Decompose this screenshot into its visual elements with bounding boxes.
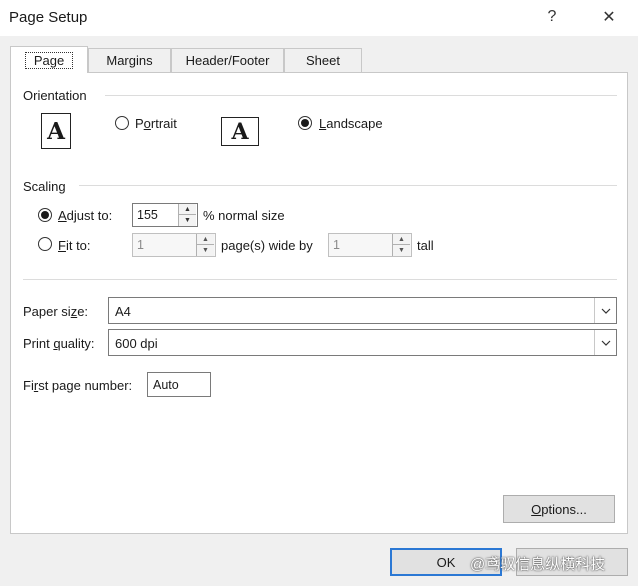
adjust-to-label[interactable]: Adjust to: bbox=[58, 208, 112, 223]
tab-sheet[interactable]: Sheet bbox=[284, 48, 362, 72]
portrait-label[interactable]: Portrait bbox=[135, 116, 177, 131]
scaling-section-label: Scaling bbox=[23, 179, 66, 194]
print-quality-select[interactable]: 600 dpi bbox=[108, 329, 617, 356]
orientation-divider bbox=[105, 95, 617, 96]
normal-size-label: % normal size bbox=[203, 208, 285, 223]
portrait-radio[interactable] bbox=[115, 116, 129, 130]
orientation-section-label: Orientation bbox=[23, 88, 87, 103]
spin-down-icon[interactable]: ▼ bbox=[179, 215, 196, 226]
adjust-to-spin-buttons: ▲ ▼ bbox=[178, 204, 197, 226]
adjust-to-value[interactable]: 155 bbox=[137, 208, 158, 222]
spin-up-icon[interactable]: ▲ bbox=[179, 204, 196, 215]
paper-size-value: A4 bbox=[115, 304, 131, 319]
fit-to-label[interactable]: Fit to: bbox=[58, 238, 91, 253]
help-button[interactable]: ? bbox=[537, 4, 567, 30]
tab-margins[interactable]: Margins bbox=[88, 48, 171, 72]
help-icon: ? bbox=[547, 8, 557, 25]
pages-wide-spin-buttons: ▲ ▼ bbox=[196, 234, 215, 256]
print-quality-value: 600 dpi bbox=[115, 336, 158, 351]
portrait-page-icon: A bbox=[41, 113, 71, 149]
tall-label: tall bbox=[417, 238, 434, 253]
chevron-down-icon[interactable] bbox=[594, 298, 616, 323]
pages-tall-spinner[interactable]: 1 ▲ ▼ bbox=[328, 233, 412, 257]
spin-up-icon[interactable]: ▲ bbox=[393, 234, 410, 245]
paper-size-label: Paper size: bbox=[23, 304, 89, 319]
tab-header-footer-label: Header/Footer bbox=[185, 53, 270, 68]
tab-sheet-label: Sheet bbox=[306, 53, 340, 68]
adjust-to-spinner[interactable]: 155 ▲ ▼ bbox=[132, 203, 198, 227]
paper-size-select[interactable]: A4 bbox=[108, 297, 617, 324]
options-button-label: Options... bbox=[531, 501, 587, 517]
landscape-label[interactable]: Landscape bbox=[319, 116, 383, 131]
adjust-to-radio[interactable] bbox=[38, 208, 52, 222]
watermark-text: @鸢驭信息纵横科技 bbox=[470, 556, 606, 573]
pages-wide-value: 1 bbox=[137, 238, 144, 252]
first-page-number-label: First page number: bbox=[23, 378, 133, 393]
spin-down-icon[interactable]: ▼ bbox=[393, 245, 410, 256]
options-button[interactable]: Options... bbox=[503, 495, 615, 523]
chevron-down-icon[interactable] bbox=[594, 330, 616, 355]
tab-page[interactable]: Page bbox=[10, 46, 88, 73]
scaling-divider bbox=[79, 185, 617, 186]
landscape-icon-letter: A bbox=[231, 118, 249, 145]
pages-wide-spinner[interactable]: 1 ▲ ▼ bbox=[132, 233, 216, 257]
landscape-page-icon: A bbox=[221, 117, 259, 146]
close-button[interactable]: ✕ bbox=[594, 4, 624, 30]
tab-page-label: Page bbox=[24, 51, 74, 69]
print-quality-label: Print quality: bbox=[23, 336, 95, 351]
spin-up-icon[interactable]: ▲ bbox=[197, 234, 214, 245]
fit-to-radio[interactable] bbox=[38, 237, 52, 251]
ok-button-label: OK bbox=[436, 554, 456, 570]
title-bar: Page Setup ? ✕ bbox=[0, 0, 638, 36]
pages-wide-label: page(s) wide by bbox=[221, 238, 313, 253]
close-icon: ✕ bbox=[602, 9, 616, 26]
first-page-number-value[interactable]: Auto bbox=[153, 378, 179, 392]
first-page-number-input[interactable]: Auto bbox=[147, 372, 211, 397]
portrait-icon-letter: A bbox=[47, 117, 65, 145]
spin-down-icon[interactable]: ▼ bbox=[197, 245, 214, 256]
tab-margins-label: Margins bbox=[106, 53, 153, 68]
tab-header-footer[interactable]: Header/Footer bbox=[171, 48, 284, 72]
page-tab-panel: Orientation A Portrait A Landscape Scali… bbox=[10, 72, 628, 534]
dialog-title: Page Setup bbox=[9, 9, 88, 26]
pages-tall-spin-buttons: ▲ ▼ bbox=[392, 234, 411, 256]
scaling-bottom-divider bbox=[23, 279, 617, 280]
landscape-radio[interactable] bbox=[298, 116, 312, 130]
pages-tall-value: 1 bbox=[333, 238, 340, 252]
